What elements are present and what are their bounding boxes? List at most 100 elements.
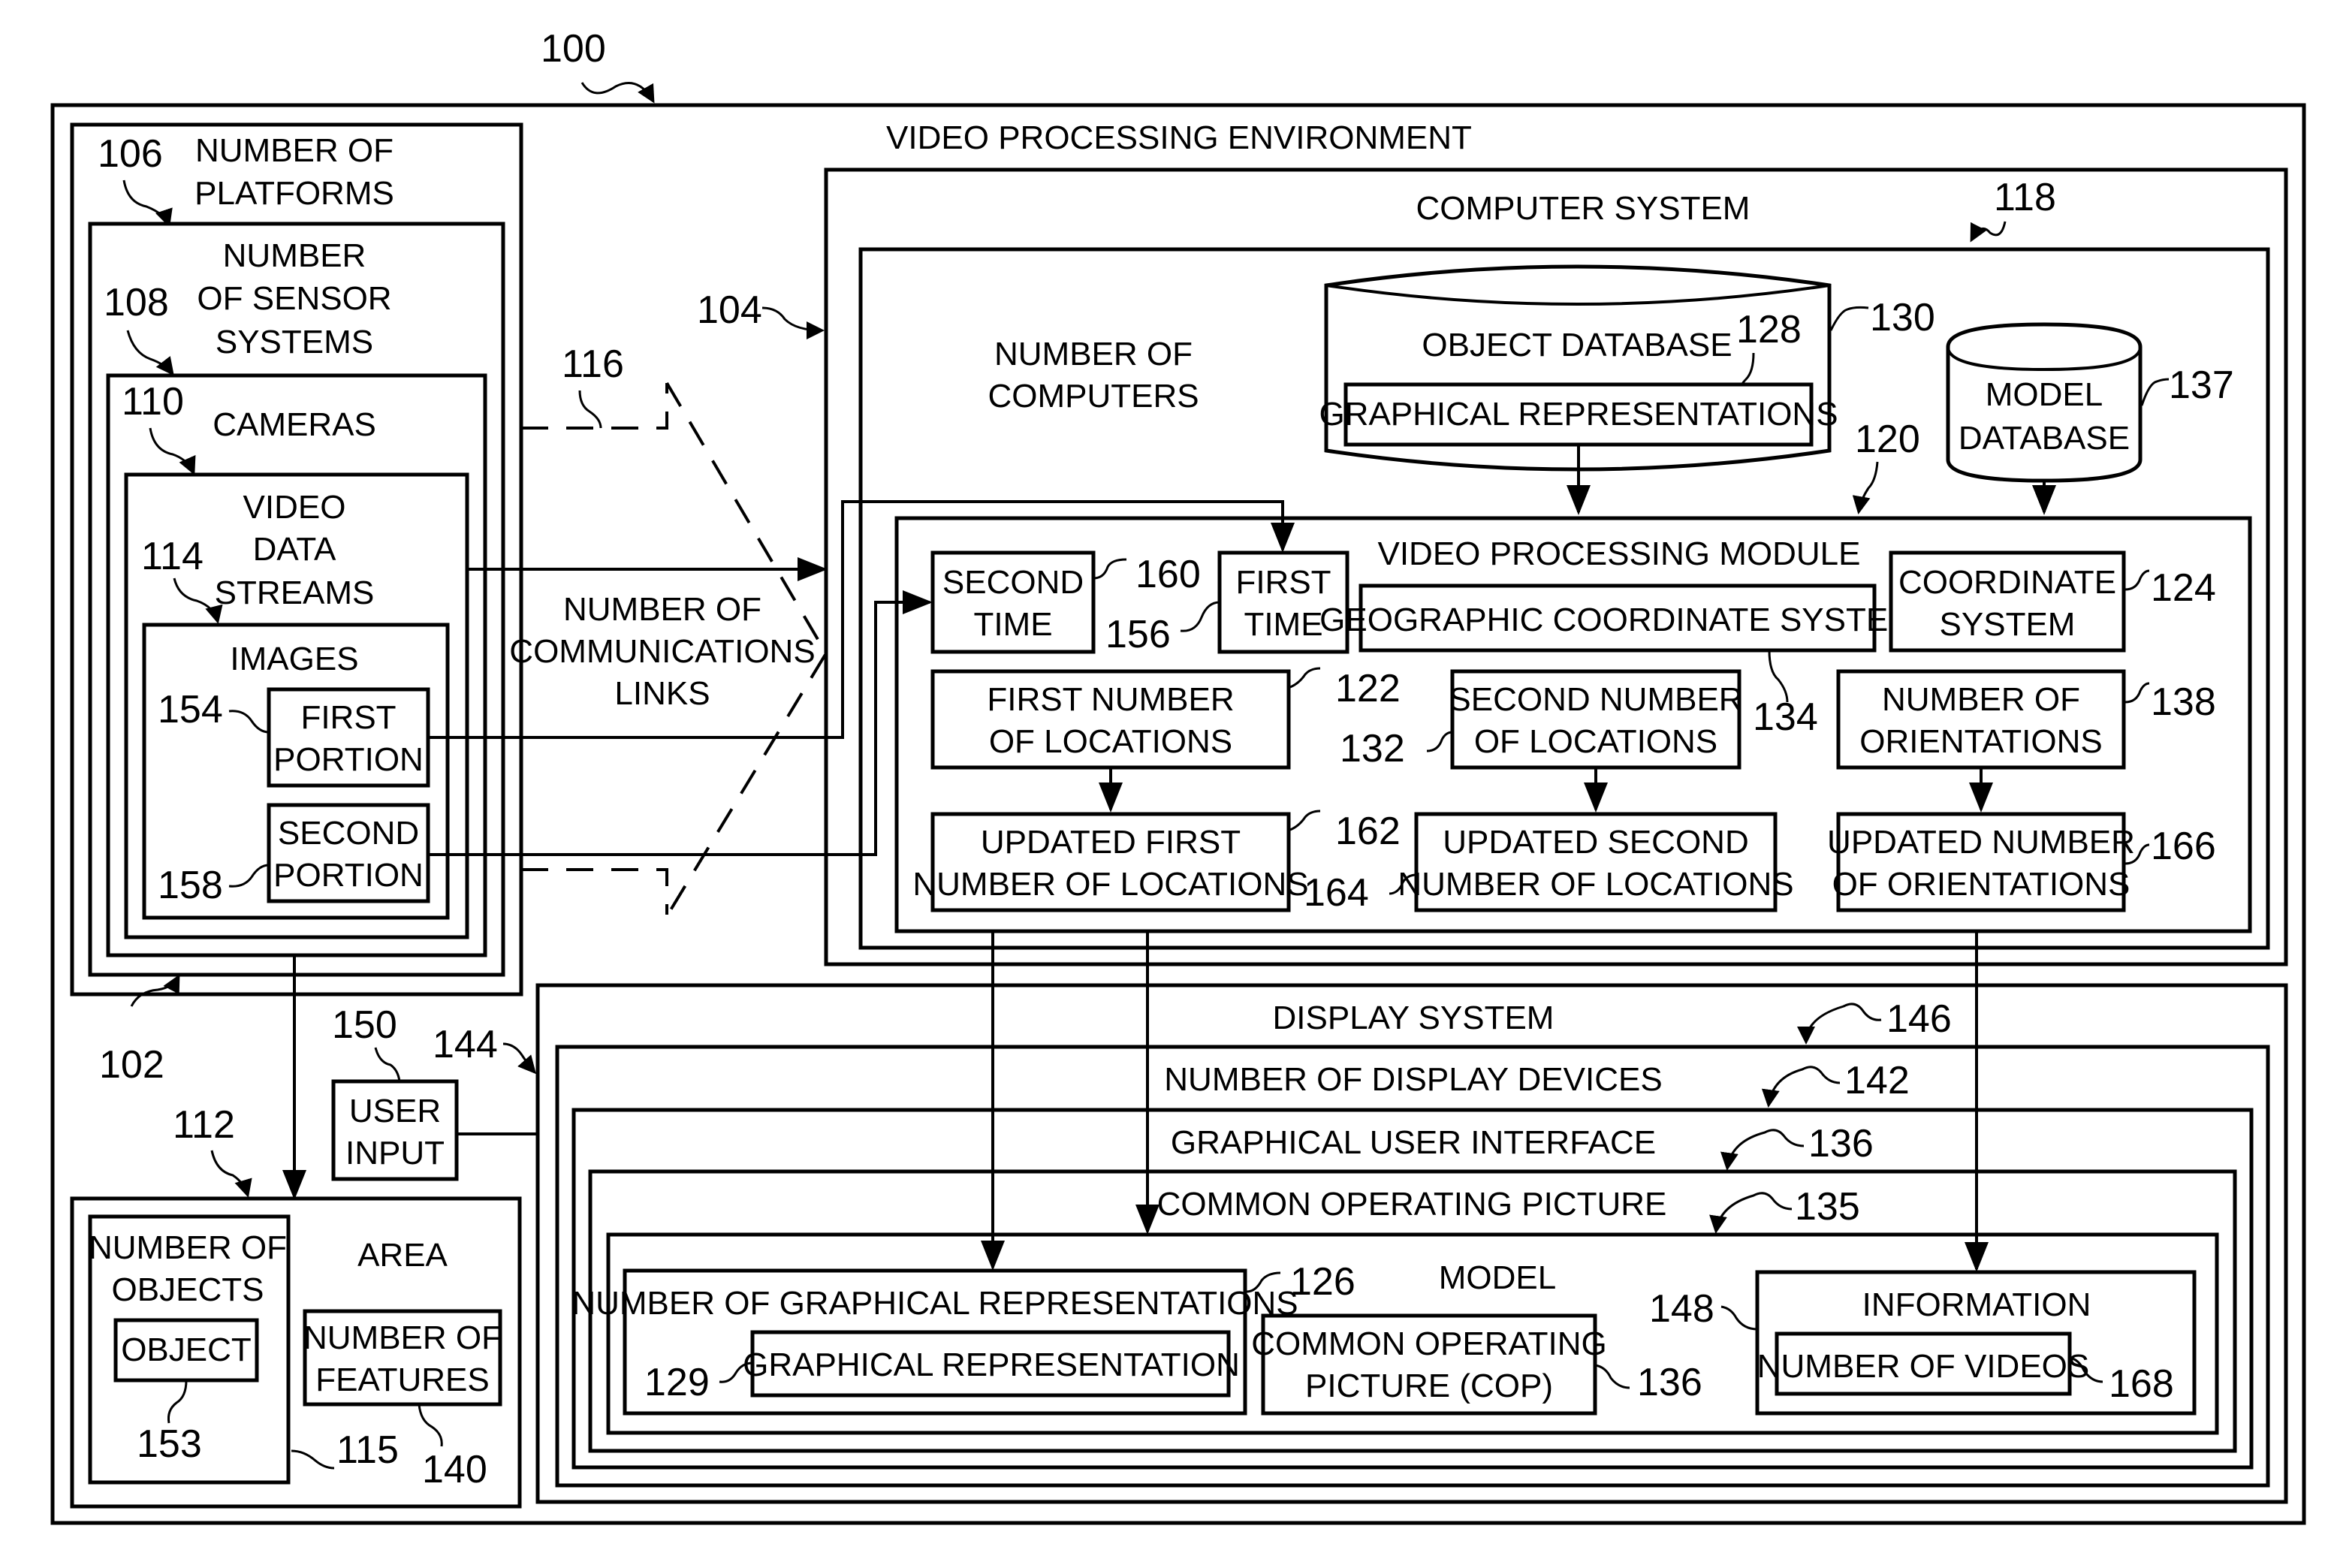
ref-148: 148 [1649, 1287, 1714, 1331]
ref-108: 108 [104, 281, 169, 324]
ref-142: 142 [1844, 1059, 1910, 1102]
ref-156: 156 [1105, 613, 1171, 656]
features-label-1: NUMBER OF [303, 1319, 502, 1356]
graphical-rep-label: GRAPHICAL REPRESENTATION [743, 1346, 1240, 1383]
sensor-label-3: SYSTEMS [216, 324, 373, 360]
ref-116: 116 [562, 342, 624, 386]
model-label: MODEL [1439, 1259, 1556, 1296]
ref-106: 106 [98, 132, 163, 176]
display-devices-label: NUMBER OF DISPLAY DEVICES [1164, 1061, 1662, 1098]
ref-128: 128 [1736, 308, 1802, 351]
leader-100 [580, 82, 655, 104]
first-portion-label-2: PORTION [273, 741, 424, 778]
second-locations-label-1: SECOND NUMBER [1449, 681, 1742, 718]
ref-137: 137 [2169, 363, 2234, 407]
orientations-label-1: NUMBER OF [1882, 681, 2080, 718]
ref-160: 160 [1135, 553, 1201, 596]
streams-label-1: VIDEO [243, 489, 346, 526]
ref-122: 122 [1335, 667, 1401, 710]
second-locations-label-2: OF LOCATIONS [1474, 723, 1717, 760]
objects-label-1: NUMBER OF [89, 1229, 287, 1266]
ref-164: 164 [1304, 871, 1369, 915]
cop-box-label-2: PICTURE (COP) [1305, 1367, 1553, 1404]
comm-links-label-2: COMMUNICATIONS [509, 633, 815, 670]
updated-first-label-1: UPDATED FIRST [981, 824, 1241, 861]
ref-130: 130 [1870, 296, 1935, 339]
second-time-label-2: TIME [973, 606, 1052, 643]
updated-orient-label-2: OF ORIENTATIONS [1832, 866, 2130, 903]
ref-102: 102 [99, 1043, 164, 1087]
first-time-label-2: TIME [1244, 606, 1322, 643]
updated-first-label-2: NUMBER OF LOCATIONS [912, 866, 1308, 903]
ref-115: 115 [336, 1428, 399, 1472]
ref-154: 154 [158, 688, 223, 731]
ref-140: 140 [422, 1448, 487, 1491]
ref-150: 150 [332, 1003, 397, 1047]
coord-system-label-1: COORDINATE [1898, 564, 2116, 601]
graphical-reps-label: NUMBER OF GRAPHICAL REPRESENTATIONS [571, 1285, 1298, 1322]
orientations-label-2: ORIENTATIONS [1859, 723, 2103, 760]
features-label-2: FEATURES [315, 1361, 489, 1398]
sensor-label-2: OF SENSOR [197, 280, 391, 317]
ref-112: 112 [173, 1103, 235, 1147]
vpm-label: VIDEO PROCESSING MODULE [1377, 535, 1860, 572]
ref-153: 153 [137, 1422, 202, 1466]
streams-label-2: DATA [253, 531, 336, 568]
area-label: AREA [357, 1237, 448, 1274]
ref-135: 135 [1795, 1185, 1860, 1229]
sensor-label-1: NUMBER [223, 237, 366, 274]
cameras-label: CAMERAS [213, 406, 376, 443]
graphical-representations-db-label: GRAPHICAL REPRESENTATIONS [1319, 396, 1838, 433]
cop-label: COMMON OPERATING PICTURE [1157, 1186, 1667, 1223]
ref-114: 114 [141, 535, 204, 578]
block-diagram: 100 VIDEO PROCESSING ENVIRONMENT 106 NUM… [50, 27, 2306, 1525]
information-label: INFORMATION [1862, 1286, 2091, 1323]
computers-label-1: NUMBER OF [994, 336, 1193, 372]
ref-144: 144 [433, 1023, 498, 1066]
environment-title: VIDEO PROCESSING ENVIRONMENT [886, 119, 1472, 156]
updated-second-label-2: NUMBER OF LOCATIONS [1398, 866, 1793, 903]
second-time-label-1: SECOND [942, 564, 1084, 601]
coord-system-label-2: SYSTEM [1940, 606, 2076, 643]
first-locations-label-1: FIRST NUMBER [987, 681, 1234, 718]
streams-label-3: STREAMS [215, 574, 375, 611]
model-database-label-1: MODEL [1986, 376, 2103, 413]
images-label: IMAGES [230, 641, 358, 677]
ref-162: 162 [1335, 810, 1401, 853]
ref-132: 132 [1340, 727, 1405, 770]
ref-136-cop: 136 [1637, 1361, 1702, 1404]
ref-100: 100 [541, 27, 606, 71]
ref-118: 118 [1994, 176, 2056, 219]
comm-links-label-1: NUMBER OF [563, 591, 761, 628]
ref-146: 146 [1886, 997, 1952, 1041]
user-input-label-1: USER [349, 1093, 441, 1129]
platforms-label: NUMBER OF [195, 132, 394, 169]
model-database-label-2: DATABASE [1959, 420, 2130, 457]
geo-coord-label: GEOGRAPHIC COORDINATE SYSTEM [1319, 602, 1916, 638]
object-label: OBJECT [121, 1331, 252, 1368]
ref-120: 120 [1855, 418, 1920, 461]
ref-158: 158 [158, 864, 223, 907]
platforms-label-2: PLATFORMS [195, 175, 394, 212]
ref-168: 168 [2109, 1362, 2174, 1406]
objects-label-2: OBJECTS [112, 1271, 264, 1308]
cop-box-label-1: COMMON OPERATING [1251, 1325, 1606, 1362]
updated-orient-label-1: UPDATED NUMBER [1827, 824, 2135, 861]
ref-104: 104 [697, 288, 762, 332]
computers-label-2: COMPUTERS [988, 378, 1199, 415]
ref-110: 110 [122, 380, 184, 424]
ref-124: 124 [2151, 566, 2216, 610]
comm-links-label-3: LINKS [614, 675, 710, 712]
ref-129: 129 [644, 1361, 710, 1404]
videos-label: NUMBER OF VIDEOS [1757, 1348, 2090, 1385]
first-locations-label-2: OF LOCATIONS [989, 723, 1232, 760]
second-portion-label-2: PORTION [273, 857, 424, 894]
object-database-label: OBJECT DATABASE [1422, 327, 1732, 363]
ref-138: 138 [2151, 680, 2216, 724]
display-system-label: DISPLAY SYSTEM [1273, 1000, 1555, 1036]
ref-126: 126 [1290, 1260, 1355, 1304]
ref-134: 134 [1753, 695, 1818, 739]
user-input-label-2: INPUT [345, 1135, 445, 1171]
first-portion-label-1: FIRST [300, 699, 396, 736]
second-portion-label-1: SECOND [278, 815, 419, 852]
